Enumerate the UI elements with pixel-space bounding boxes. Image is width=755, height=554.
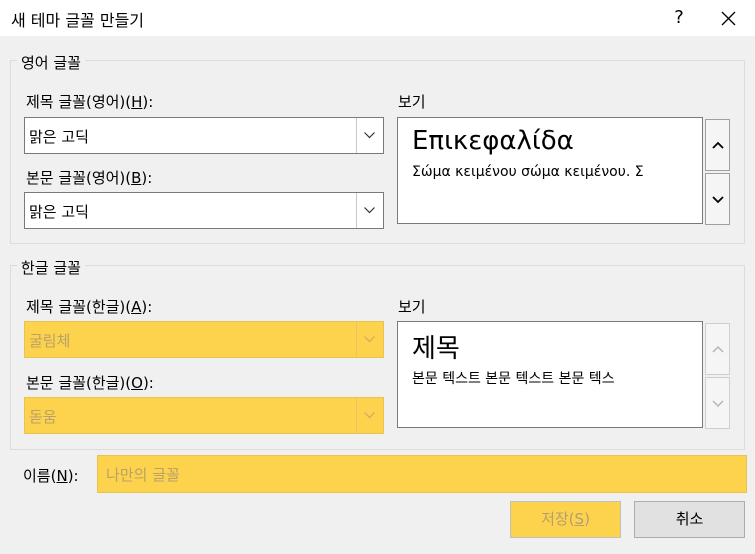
korean-body-font-select[interactable]: 돋움 [24, 397, 384, 434]
latin-body-font-value: 맑은 고딕 [29, 203, 89, 221]
korean-preview-label: 보기 [398, 298, 426, 316]
korean-preview-body: 본문 텍스트 본문 텍스트 본문 텍스 [412, 371, 615, 387]
latin-heading-font-select[interactable]: 맑은 고딕 [24, 117, 384, 154]
chevron-up-icon [712, 345, 724, 353]
latin-heading-font-label: 제목 글꼴(영어)(H): [26, 93, 154, 111]
korean-body-font-value: 돋움 [29, 408, 57, 426]
latin-body-font-select[interactable]: 맑은 고딕 [24, 192, 384, 229]
chevron-down-icon [712, 196, 724, 204]
theme-name-input[interactable]: 나만의 글꼴 [97, 455, 747, 493]
korean-preview-box: 제목 본문 텍스트 본문 텍스트 본문 텍스 [397, 321, 703, 428]
chevron-up-icon [712, 141, 724, 149]
korean-heading-dropdown-button[interactable] [356, 322, 383, 357]
korean-preview-scroll-up[interactable] [705, 323, 730, 375]
korean-heading-font-select[interactable]: 굴림체 [24, 321, 384, 358]
latin-heading-font-value: 맑은 고딕 [29, 128, 89, 146]
korean-body-dropdown-button[interactable] [356, 398, 383, 433]
name-label: 이름(N): [23, 467, 79, 485]
chevron-down-icon [364, 132, 375, 139]
latin-preview-heading: Επικεφαλίδα [412, 126, 574, 156]
latin-preview-scroll-up[interactable] [705, 119, 730, 171]
korean-heading-font-value: 굴림체 [29, 332, 71, 350]
latin-preview-label: 보기 [398, 93, 426, 111]
dialog-title: 새 테마 글꼴 만들기 [11, 11, 145, 30]
latin-group-label: 영어 글꼴 [17, 52, 85, 73]
korean-body-font-label: 본문 글꼴(한글)(O): [26, 374, 154, 392]
close-icon [721, 11, 736, 26]
chevron-down-icon [364, 412, 375, 419]
close-button[interactable] [705, 0, 751, 36]
latin-body-dropdown-button[interactable] [356, 193, 383, 228]
latin-preview-box: Επικεφαλίδα Σώμα κειμένου σώμα κειμένου.… [397, 117, 703, 224]
korean-preview-scroll-down[interactable] [705, 377, 730, 429]
chevron-down-icon [364, 207, 375, 214]
latin-body-font-label: 본문 글꼴(영어)(B): [26, 169, 153, 187]
latin-heading-dropdown-button[interactable] [356, 118, 383, 153]
latin-preview-body: Σώμα κειμένου σώμα κειμένου. Σ [412, 164, 644, 180]
save-button[interactable]: 저장(S) [510, 501, 621, 538]
theme-name-value: 나만의 글꼴 [106, 466, 180, 484]
help-icon[interactable]: ? [669, 4, 689, 32]
korean-group-label: 한글 글꼴 [17, 257, 85, 278]
chevron-down-icon [712, 400, 724, 408]
chevron-down-icon [364, 336, 375, 343]
latin-preview-scroll-down[interactable] [705, 173, 730, 225]
korean-preview-heading: 제목 [412, 334, 460, 364]
cancel-button[interactable]: 취소 [634, 501, 745, 538]
korean-heading-font-label: 제목 글꼴(한글)(A): [26, 298, 153, 316]
